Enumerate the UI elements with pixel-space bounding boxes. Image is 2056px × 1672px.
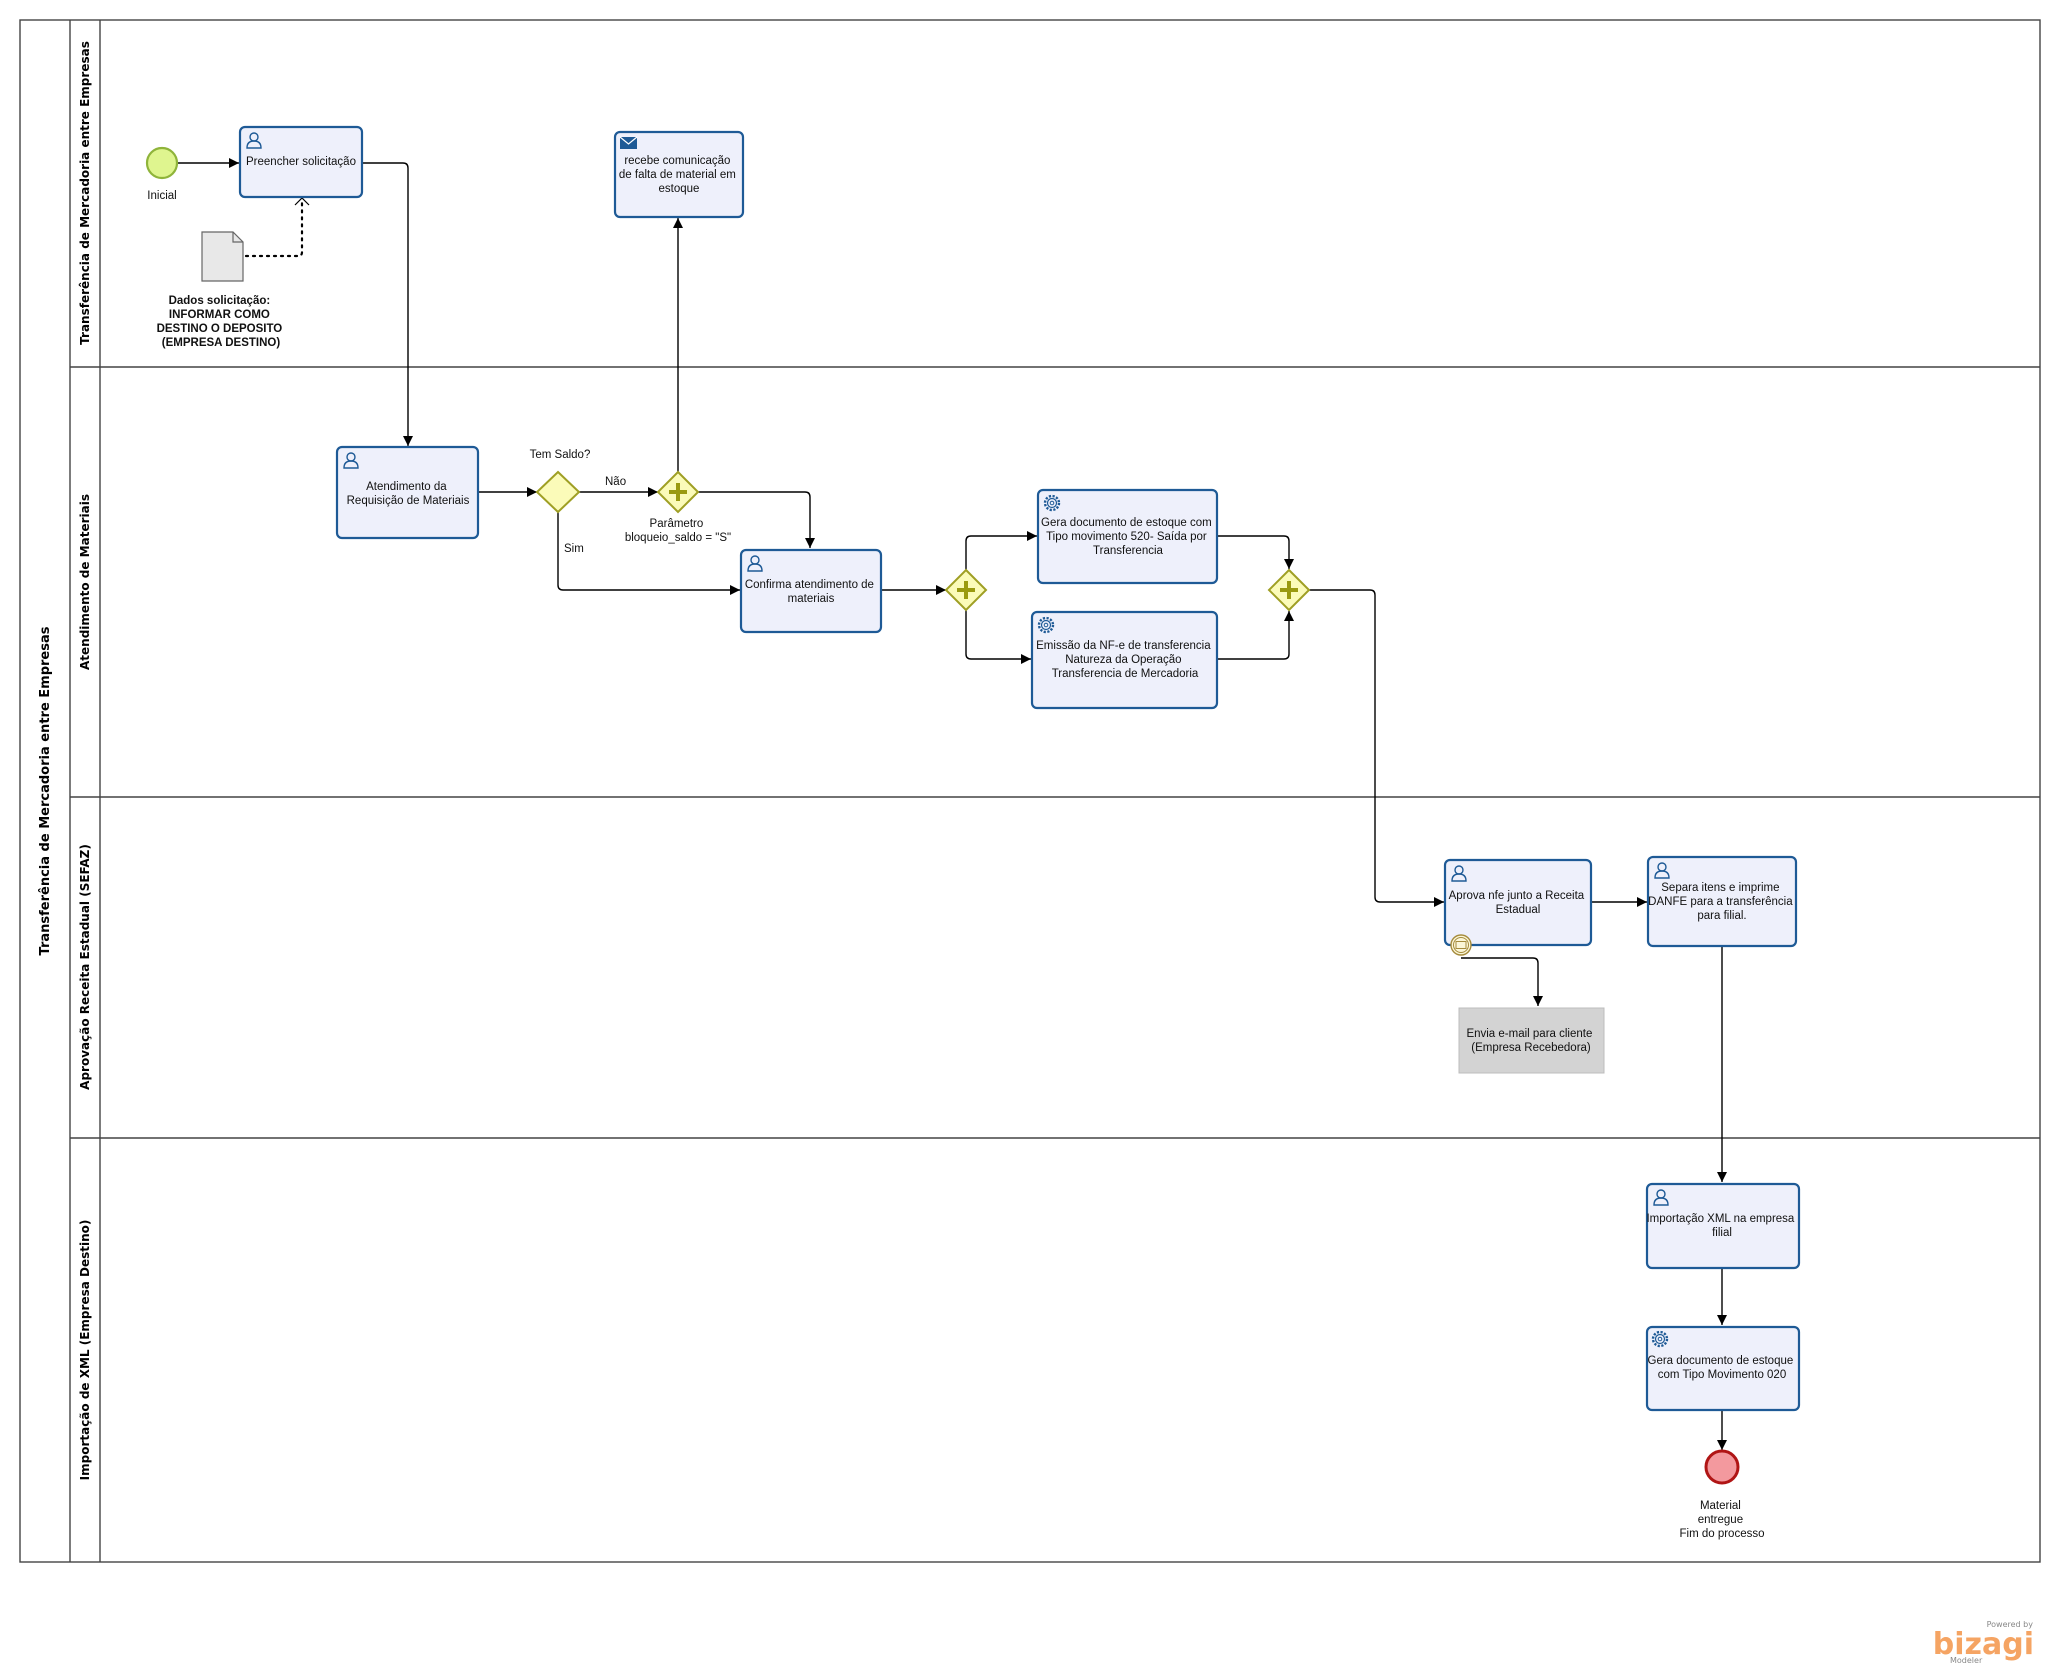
lane-title-transferencia: Transferência de Mercadoria entre Empres… (78, 41, 92, 345)
gear-icon (1043, 494, 1061, 512)
start-event[interactable] (145, 146, 179, 180)
gateway-tem-saldo-label: Tem Saldo? (530, 449, 591, 461)
lane-title-atendimento: Atendimento de Materiais (78, 494, 92, 670)
task-importacao-xml[interactable]: Importação XML na empresa filial (1645, 1182, 1801, 1270)
task-atendimento-requisicao[interactable]: Atendimento da Requisição de Materiais (335, 445, 480, 540)
data-object[interactable] (201, 231, 244, 282)
bizagi-logo: bizagi (1933, 1627, 2034, 1662)
task-confirma-atendimento[interactable]: Confirma atendimento de materiais (739, 548, 883, 634)
task-preencher-label: Preencher solicitação (246, 156, 356, 168)
task-preencher-solicitacao[interactable]: Preencher solicitação (238, 125, 364, 199)
lane-title-importacao: Importação de XML (Empresa Destino) (78, 1220, 92, 1481)
envelope-icon (619, 136, 638, 149)
task-separa-itens[interactable]: Separa itens e imprime DANFE para a tran… (1646, 855, 1798, 948)
task-recebe-comunicacao[interactable]: recebe comunicação de falta de material … (613, 130, 745, 219)
bpmn-diagram: Transferência de Mercadoria entre Empres… (19, 19, 2041, 1665)
task-gera-documento-020[interactable]: Gera documento de estoque com Tipo Movim… (1645, 1325, 1801, 1412)
lane-title-aprovacao: Aprovação Receita Estadual (SEFAZ) (78, 844, 92, 1090)
label-sim: Sim (564, 543, 584, 555)
end-event[interactable] (1704, 1449, 1740, 1485)
task-envia-email[interactable]: Envia e-mail para cliente (Empresa Receb… (1458, 1007, 1605, 1074)
gear-icon (1037, 616, 1055, 634)
task-aprova-nfe[interactable]: Aprova nfe junto a Receita Estadual (1443, 858, 1593, 947)
attached-message-event[interactable] (1450, 934, 1472, 956)
bizagi-branding: Powered by bizagi Modeler (1933, 1620, 2034, 1665)
gear-icon (1651, 1330, 1669, 1348)
modeler-text: Modeler (1950, 1656, 1983, 1665)
task-gera-documento-520[interactable]: Gera documento de estoque com Tipo movim… (1036, 488, 1219, 585)
pool-title: Transferência de Mercadoria entre Empres… (38, 626, 53, 955)
task-emissao-nfe[interactable]: Emissão da NF-e de transferencia Naturez… (1030, 610, 1219, 710)
start-event-label: Inicial (147, 190, 176, 202)
label-nao: Não (605, 476, 626, 488)
